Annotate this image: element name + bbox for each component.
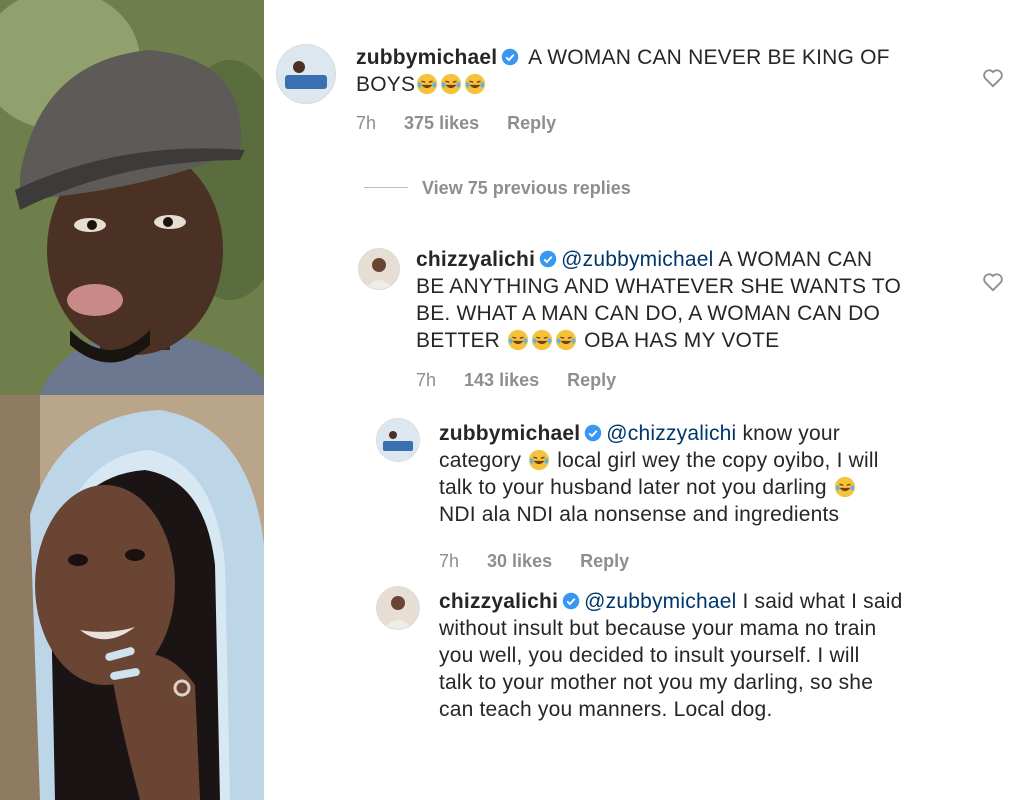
avatar-image: [377, 419, 419, 461]
comment-1-meta: 7h 375 likes Reply: [356, 113, 584, 134]
comment-time: 7h: [356, 113, 377, 133]
reply-button[interactable]: Reply: [567, 370, 616, 390]
avatar-zubbymichael[interactable]: [376, 418, 420, 462]
comment-username[interactable]: chizzyalichi: [439, 590, 558, 613]
comment-text: can teach you manners. Local dog.: [439, 698, 773, 721]
verified-badge-icon: [539, 250, 557, 268]
mention-link[interactable]: @zubbymichael: [561, 248, 713, 271]
verified-badge-icon: [502, 48, 519, 66]
avatar-zubbymichael[interactable]: [276, 44, 336, 104]
mention-link[interactable]: @chizzyalichi: [606, 422, 736, 445]
comment-likes[interactable]: 30 likes: [487, 551, 552, 571]
comment-3-meta: 7h 30 likes Reply: [439, 551, 657, 572]
avatar-chizzyalichi[interactable]: [376, 586, 420, 630]
comment-time: 7h: [416, 370, 437, 390]
laughing-emoji-icon: [465, 73, 486, 95]
comment-text: talk to your husband later not you darli…: [439, 476, 827, 499]
comment-text: category: [439, 449, 522, 472]
avatar-image: [359, 249, 399, 289]
comment-1-body: zubbymichael A WOMAN CAN NEVER BE KING O…: [356, 44, 956, 98]
view-replies-label: View 75 previous replies: [422, 178, 631, 198]
laughing-emoji-icon: [441, 73, 462, 95]
avatar-image: [277, 45, 335, 103]
laughing-emoji-icon: [417, 73, 438, 95]
comment-text: A WOMAN CAN NEVER BE KING OF: [528, 46, 890, 69]
comment-text: BE ANYTHING AND WHATEVER SHE WANTS TO: [416, 275, 902, 298]
comment-text: know your: [736, 422, 840, 445]
laughing-emoji-icon: [532, 329, 553, 351]
comment-likes[interactable]: 143 likes: [464, 370, 539, 390]
comment-text: BOYS: [356, 73, 416, 96]
reply-button[interactable]: Reply: [580, 551, 629, 571]
comment-text: BE. WHAT A MAN CAN DO, A WOMAN CAN DO: [416, 302, 881, 325]
reply-button[interactable]: Reply: [507, 113, 556, 133]
photo-woman-in-scarf: [0, 395, 264, 800]
avatar-image: [377, 587, 419, 629]
mention-link[interactable]: @zubbymichael: [584, 590, 736, 613]
photo-man-in-cap: [0, 0, 264, 395]
laughing-emoji-icon: [556, 329, 577, 351]
comment-likes[interactable]: 375 likes: [404, 113, 479, 133]
comment-text: local girl wey the copy oyibo, I will: [551, 449, 879, 472]
comment-2-body: chizzyalichi @zubbymichael A WOMAN CAN BE…: [416, 246, 976, 354]
heart-icon[interactable]: [982, 68, 1004, 88]
heart-icon[interactable]: [982, 272, 1004, 292]
comment-text: I said what I said: [736, 590, 903, 613]
comment-text: OBA HAS MY VOTE: [578, 329, 780, 352]
comment-username[interactable]: chizzyalichi: [416, 248, 535, 271]
laughing-emoji-icon: [529, 449, 550, 471]
comment-text: you well, you decided to insult yourself…: [439, 644, 860, 667]
comment-4-body: chizzyalichi @zubbymichael I said what I …: [439, 588, 1019, 723]
comment-2-meta: 7h 143 likes Reply: [416, 370, 644, 391]
comment-username[interactable]: zubbymichael: [439, 422, 580, 445]
comment-text: A WOMAN CAN: [713, 248, 873, 271]
laughing-emoji-icon: [834, 476, 855, 498]
comment-text: talk to your mother not you my darling, …: [439, 671, 874, 694]
avatar-chizzyalichi[interactable]: [358, 248, 400, 290]
view-previous-replies[interactable]: View 75 previous replies: [364, 178, 631, 199]
comments-panel: zubbymichael A WOMAN CAN NEVER BE KING O…: [264, 0, 1024, 800]
laughing-emoji-icon: [508, 329, 529, 351]
verified-badge-icon: [562, 592, 580, 610]
comment-text: NDI ala NDI ala nonsense and ingredients: [439, 503, 840, 526]
comment-username[interactable]: zubbymichael: [356, 46, 497, 69]
verified-badge-icon: [585, 424, 602, 442]
replies-divider-line: [364, 187, 408, 188]
comment-3-body: zubbymichael @chizzyalichi know your cate…: [439, 420, 1019, 528]
comment-time: 7h: [439, 551, 460, 571]
comment-text: BETTER: [416, 329, 501, 352]
comment-text: without insult but because your mama no …: [439, 617, 877, 640]
